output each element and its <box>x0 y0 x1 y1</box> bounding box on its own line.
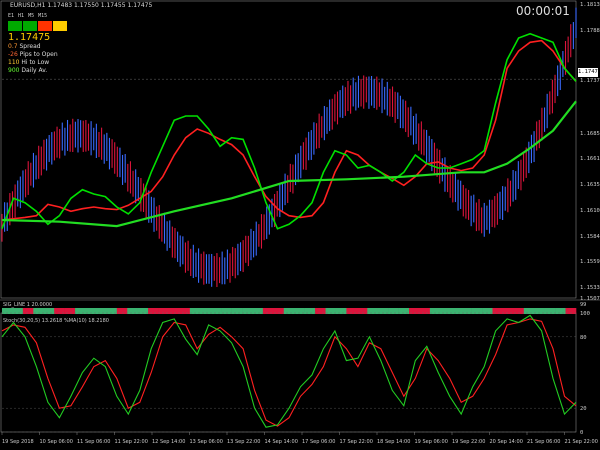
stat-row: 0.7 Spread <box>8 43 74 51</box>
oscillator-segment <box>262 308 274 314</box>
oscillator-segment <box>555 308 566 314</box>
oscillator-segment <box>179 308 191 314</box>
stoch-label: Stoch(30,20,5) 13.2618 %MA(10) 18.2180 <box>3 318 109 324</box>
stat-row: -26 Pips to Open <box>8 51 74 59</box>
oscillator-segment <box>388 308 399 314</box>
x-tick-label: 11 Sep 06:00 <box>77 439 110 445</box>
stat-label: Pips to Open <box>19 51 58 58</box>
stat-label: Daily Av. <box>21 67 48 74</box>
stat-value: 900 <box>8 67 22 74</box>
price-panel-frame <box>0 0 577 299</box>
strength-bar <box>38 21 52 31</box>
price-big: 1.17475 <box>8 32 51 43</box>
x-tick-label: 19 Sep 2018 <box>2 439 34 445</box>
info-panel: E1 H1 M5 M15 1.17475 0.7 Spread -26 Pips … <box>8 13 74 81</box>
mini-label: M5 <box>28 13 35 19</box>
price-tick-label: 1.17370 <box>580 78 600 84</box>
stoch-level-label: 0 <box>580 430 583 436</box>
stoch-level-label: 80 <box>580 335 587 341</box>
oscillator-segment <box>200 308 212 314</box>
price-tick-label: 1.15590 <box>580 259 600 265</box>
oscillator-segment <box>283 308 295 314</box>
stoch-level-label: 100 <box>580 311 590 317</box>
price-tick-label: 1.17880 <box>580 28 600 34</box>
oscillator-segment <box>127 308 138 314</box>
oscillator-segment <box>43 308 55 314</box>
strength-bars <box>8 21 74 31</box>
oscillator-segment <box>231 308 243 314</box>
mini-label: E1 <box>8 13 15 19</box>
x-tick-label: 13 Sep 06:00 <box>190 439 223 445</box>
stoch-panel-frame <box>0 312 577 433</box>
oscillator-segment <box>75 308 86 314</box>
stat-value: -26 <box>8 51 20 58</box>
oscillator-bar-right-label: 99 <box>580 302 587 308</box>
oscillator-segment <box>315 308 326 314</box>
oscillator-segment <box>471 308 483 314</box>
price-tick-label: 1.16100 <box>580 208 600 214</box>
stat-value: 110 <box>8 59 22 66</box>
stat-row: 110 Hi to Low <box>8 59 74 67</box>
timer: 00:00:01 <box>516 4 570 18</box>
x-tick-label: 21 Sep 06:00 <box>527 439 560 445</box>
x-tick-label: 21 Sep 22:00 <box>565 439 598 445</box>
oscillator-segment <box>367 308 379 314</box>
stats-rows: 0.7 Spread -26 Pips to Open 110 Hi to Low 9… <box>8 43 74 75</box>
price-tick-label: 1.15330 <box>580 285 600 291</box>
x-tick-label: 12 Sep 14:00 <box>152 439 185 445</box>
stat-value: 0.7 <box>8 43 20 50</box>
x-tick-label: 18 Sep 14:00 <box>377 439 410 445</box>
price-tick-label: 1.16855 <box>580 131 600 137</box>
current-price-tag: 1.17475 <box>578 68 600 77</box>
stoch-series-line <box>1 318 577 427</box>
oscillator-segment <box>419 308 431 314</box>
strength-bar <box>53 21 67 31</box>
x-tick-label: 19 Sep 22:00 <box>452 439 485 445</box>
x-tick-label: 13 Sep 22:00 <box>227 439 260 445</box>
oscillator-segment <box>335 308 347 314</box>
x-tick-label: 17 Sep 06:00 <box>302 439 335 445</box>
stat-row: 900 Daily Av. <box>8 67 74 75</box>
price-tick-label: 1.16610 <box>580 156 600 162</box>
price-tick-label: 1.15845 <box>580 234 600 240</box>
strength-bar <box>23 21 37 31</box>
oscillator-segment <box>523 308 535 314</box>
trading-chart[interactable]: 1.18130 1.17880 1.17370 1.16855 1.16610 1.163… <box>0 0 600 450</box>
x-tick-label: 19 Sep 06:00 <box>415 439 448 445</box>
price-tick-label: 1.16355 <box>580 182 600 188</box>
mini-labels: E1 H1 M5 M15 <box>8 13 74 19</box>
price-tick-label: 1.18130 <box>580 2 600 8</box>
oscillator-segment <box>440 308 452 314</box>
oscillator-bar-label: SIG_LINE 1 20.0000 <box>3 302 53 308</box>
stat-label: Spread <box>19 43 41 50</box>
stoch-level-label: 20 <box>580 406 587 412</box>
oscillator-segment <box>148 308 159 314</box>
symbol-line: EURUSD,H1 1.17483 1.17550 1.17455 1.1747… <box>10 2 153 9</box>
stat-label: Hi to Low <box>21 59 50 66</box>
x-tick-label: 10 Sep 06:00 <box>40 439 73 445</box>
x-tick-label: 11 Sep 22:00 <box>115 439 148 445</box>
oscillator-segment <box>502 308 514 314</box>
x-tick-label: 17 Sep 22:00 <box>340 439 373 445</box>
mini-label: M15 <box>38 13 48 19</box>
strength-bar <box>8 21 22 31</box>
x-tick-label: 14 Sep 14:00 <box>265 439 298 445</box>
stoch-series-line <box>1 314 577 428</box>
mini-label: H1 <box>18 13 25 19</box>
x-tick-label: 20 Sep 14:00 <box>490 439 523 445</box>
oscillator-segment <box>95 308 107 314</box>
